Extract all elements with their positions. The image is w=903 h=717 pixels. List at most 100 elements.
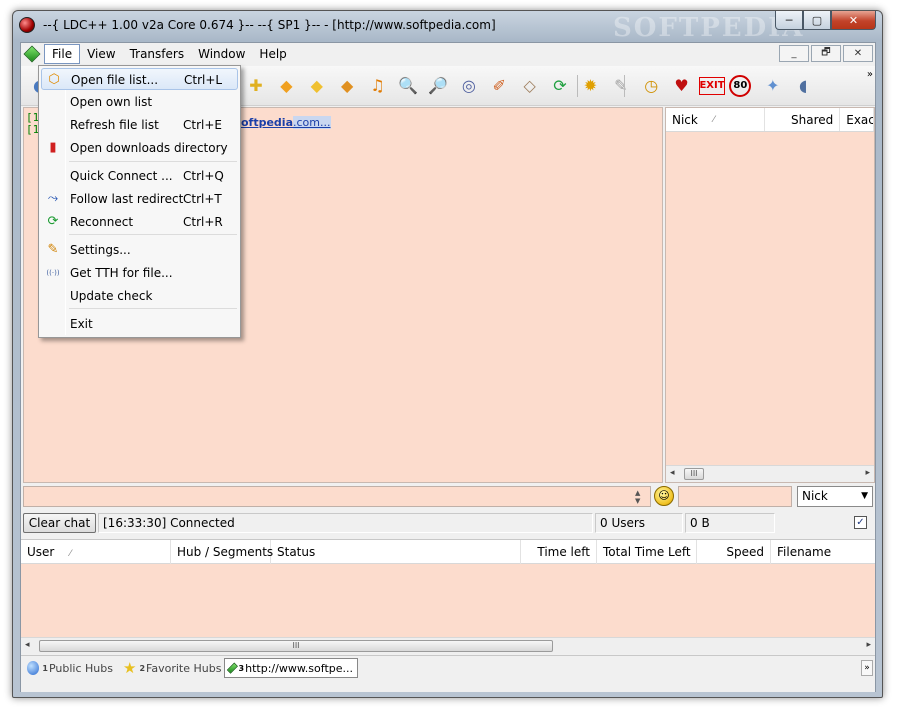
remove-icon[interactable]: ◆ [334,73,360,99]
transfers-hscrollbar[interactable]: ◂ III ▸ [21,637,875,654]
maximize-button[interactable]: ▢ [803,11,831,30]
scroll-thumb[interactable]: III [684,468,704,480]
menu-item-label: Follow last redirect [70,192,184,206]
menu-window[interactable]: Window [191,45,252,63]
menu-item-label: Refresh file list [70,118,159,132]
column-hub-segments[interactable]: Hub / Segments [171,540,273,564]
refresh-icon[interactable]: ⟳ [547,73,573,99]
title-bar[interactable]: --{ LDC++ 1.00 v2a Core 0.674 }-- --{ SP… [13,11,882,43]
column-nick[interactable]: Nick ⁄ [666,108,765,131]
caption-buttons: ─ ▢ ✕ [775,11,876,30]
clock-icon[interactable]: ◷ [638,73,664,99]
emoticon-button[interactable]: ☺ [654,486,674,506]
menu-view[interactable]: View [80,45,122,63]
menu-open-downloads-directory[interactable]: ▮ Open downloads directory [41,137,238,159]
menu-item-shortcut: Ctrl+T [183,192,222,206]
message-input[interactable] [23,486,651,507]
column-time-left[interactable]: Time left [521,540,597,564]
menu-open-file-list[interactable]: ⬡ Open file list... Ctrl+L [41,68,238,90]
downloads-directory-icon: ▮ [49,140,57,155]
column-user[interactable]: User ⁄ [21,540,171,564]
multiline-spin-icon[interactable]: ▲ ▼ [635,489,640,505]
heart-icon[interactable]: ♥ [669,73,695,99]
menu-settings[interactable]: ✎ Settings... [41,239,238,261]
adl-search-icon[interactable]: ◎ [456,73,482,99]
filter-input[interactable] [678,486,792,507]
menu-reconnect[interactable]: ⟳ Reconnect Ctrl+R [41,211,238,233]
search-icon[interactable]: 🔍 [395,73,421,99]
toolbar-separator [577,75,578,97]
add-favorite-icon[interactable]: ✚ [243,73,269,99]
tab-number: 2 [139,663,146,673]
chat-link-rest: .com... [293,116,331,129]
column-shared[interactable]: Shared [765,108,841,131]
globe-icon [27,661,40,675]
menu-update-check[interactable]: Update check [41,285,238,307]
mdi-minimize-button[interactable]: _ [779,45,809,62]
scroll-left-icon[interactable]: ◂ [25,640,30,650]
sort-indicator-icon: ⁄ [69,549,72,559]
tab-softpedia-hub[interactable]: 3 http://www.softpe... [224,658,358,678]
speed-limit-icon[interactable]: 80 [729,75,752,97]
column-total-time-left[interactable]: Total Time Left [597,540,697,564]
menu-get-tth[interactable]: ((·)) Get TTH for file... [41,262,238,284]
tab-public-hubs[interactable]: 1 Public Hubs [23,658,117,678]
minimize-button[interactable]: ─ [775,11,803,30]
mdi-close-button[interactable]: ✕ [843,45,873,62]
download-add-icon[interactable]: ◆ [273,73,299,99]
user-list[interactable]: Nick ⁄ Shared Exact ◂ III ▸ [665,107,875,483]
menu-transfers[interactable]: Transfers [123,45,192,63]
mdi-restore-button[interactable]: 🗗 [811,45,841,62]
column-speed[interactable]: Speed [697,540,771,564]
menu-app-icon[interactable] [23,45,41,63]
menu-exit[interactable]: Exit [41,313,238,335]
tab-label: Public Hubs [48,661,113,675]
tag-icon[interactable]: ◇ [517,73,543,99]
scroll-left-icon[interactable]: ◂ [670,468,675,478]
away-icon[interactable]: ✦ [760,73,786,99]
toolbar-overflow-button[interactable]: » [867,69,873,80]
search-spy-icon[interactable]: 🔎 [425,73,451,99]
filter-column-select[interactable]: Nick ▼ [797,486,873,507]
menu-follow-last-redirect[interactable]: ⤳ Follow last redirect Ctrl+T [41,188,238,210]
transfers-header: User ⁄ Hub / Segments Status Time left T… [21,540,875,564]
pencil-icon[interactable]: ✎ [608,73,634,99]
clear-chat-button[interactable]: Clear chat [23,513,96,533]
menu-item-label: Open downloads directory [70,141,228,155]
chat-link-bold: oftpedia [241,116,294,129]
scroll-thumb[interactable]: III [39,640,553,652]
exit-icon[interactable]: EXIT [699,77,725,95]
chat-hub-link[interactable]: oftpedia.com... [241,116,331,129]
upload-icon[interactable]: ◆ [304,73,330,99]
settings-gear-icon[interactable]: ✹ [577,73,603,99]
transfers-panel[interactable]: User ⁄ Hub / Segments Status Time left T… [21,539,875,654]
music-icon[interactable]: ♫ [365,73,391,99]
scroll-right-icon[interactable]: ▸ [865,468,870,478]
open-file-list-icon: ⬡ [48,72,60,87]
menu-refresh-file-list[interactable]: Refresh file list Ctrl+E [41,114,238,136]
menu-quick-connect[interactable]: Quick Connect ... Ctrl+Q [41,165,238,187]
tab-number: 3 [238,663,245,673]
tab-favorite-hubs[interactable]: ★ 2 Favorite Hubs [119,658,223,678]
menu-separator [69,161,237,162]
overflow-icon[interactable]: ◖ [790,73,816,99]
tth-icon: ((·)) [46,269,60,277]
menu-file[interactable]: File [44,44,81,64]
user-list-hscrollbar[interactable]: ◂ III ▸ [666,465,874,482]
show-userlist-checkbox[interactable]: ✓ [854,516,867,529]
sort-indicator-icon: ⁄ [713,114,715,125]
column-exact[interactable]: Exact [840,108,874,131]
menu-item-label: Settings... [70,243,131,257]
column-status[interactable]: Status [271,540,521,564]
tab-overflow-button[interactable]: » [861,660,873,676]
close-button[interactable]: ✕ [831,11,876,30]
column-filename[interactable]: Filename [771,540,875,564]
menu-bar: File View Transfers Window Help _ 🗗 ✕ [21,43,875,65]
notepad-icon[interactable]: ✐ [486,73,512,99]
scroll-right-icon[interactable]: ▸ [866,640,871,650]
column-nick-label: Nick [672,112,698,127]
connection-status: [16:33:30] Connected [98,513,593,533]
menu-open-own-list[interactable]: Open own list [41,91,238,113]
menu-item-shortcut: Ctrl+Q [183,169,224,183]
menu-help[interactable]: Help [252,45,293,63]
